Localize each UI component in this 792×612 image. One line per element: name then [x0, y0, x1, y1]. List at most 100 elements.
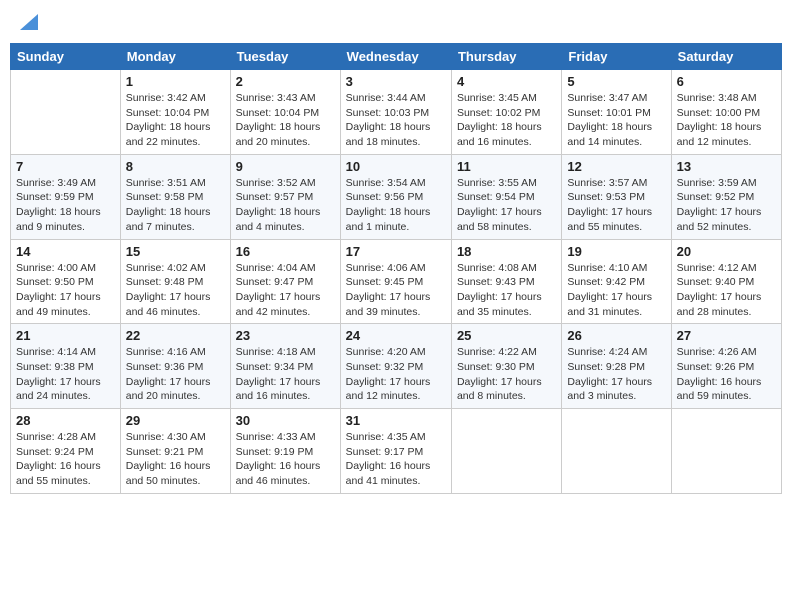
day-number: 19	[567, 244, 665, 259]
calendar-cell: 2 Sunrise: 3:43 AM Sunset: 10:04 PM Dayli…	[230, 70, 340, 155]
calendar-cell: 22 Sunrise: 4:16 AM Sunset: 9:36 PM Dayli…	[120, 324, 230, 409]
calendar-header-row: SundayMondayTuesdayWednesdayThursdayFrid…	[11, 44, 782, 70]
page-header	[10, 10, 782, 37]
calendar-cell: 14 Sunrise: 4:00 AM Sunset: 9:50 PM Dayli…	[11, 239, 121, 324]
logo	[18, 14, 38, 33]
calendar-cell: 15 Sunrise: 4:02 AM Sunset: 9:48 PM Dayli…	[120, 239, 230, 324]
day-number: 31	[346, 413, 446, 428]
day-info: Sunrise: 3:43 AM Sunset: 10:04 PM Daylig…	[236, 91, 335, 150]
day-number: 10	[346, 159, 446, 174]
calendar-cell: 9 Sunrise: 3:52 AM Sunset: 9:57 PM Daylig…	[230, 154, 340, 239]
calendar-cell: 21 Sunrise: 4:14 AM Sunset: 9:38 PM Dayli…	[11, 324, 121, 409]
day-number: 3	[346, 74, 446, 89]
day-number: 7	[16, 159, 115, 174]
day-info: Sunrise: 3:55 AM Sunset: 9:54 PM Dayligh…	[457, 176, 556, 235]
calendar-cell: 11 Sunrise: 3:55 AM Sunset: 9:54 PM Dayli…	[451, 154, 561, 239]
day-info: Sunrise: 3:48 AM Sunset: 10:00 PM Daylig…	[677, 91, 776, 150]
calendar-week-row: 1Sunrise: 3:42 AM Sunset: 10:04 PM Dayli…	[11, 70, 782, 155]
day-info: Sunrise: 4:16 AM Sunset: 9:36 PM Dayligh…	[126, 345, 225, 404]
logo-arrow-icon	[20, 14, 38, 30]
calendar-table: SundayMondayTuesdayWednesdayThursdayFrid…	[10, 43, 782, 494]
day-number: 8	[126, 159, 225, 174]
day-info: Sunrise: 4:02 AM Sunset: 9:48 PM Dayligh…	[126, 261, 225, 320]
calendar-week-row: 21 Sunrise: 4:14 AM Sunset: 9:38 PM Dayli…	[11, 324, 782, 409]
day-number: 25	[457, 328, 556, 343]
calendar-cell: 7 Sunrise: 3:49 AM Sunset: 9:59 PM Daylig…	[11, 154, 121, 239]
day-number: 24	[346, 328, 446, 343]
calendar-cell: 30 Sunrise: 4:33 AM Sunset: 9:19 PM Dayli…	[230, 409, 340, 494]
day-number: 9	[236, 159, 335, 174]
day-info: Sunrise: 3:47 AM Sunset: 10:01 PM Daylig…	[567, 91, 665, 150]
calendar-cell: 1Sunrise: 3:42 AM Sunset: 10:04 PM Dayli…	[120, 70, 230, 155]
day-number: 6	[677, 74, 776, 89]
calendar-week-row: 28 Sunrise: 4:28 AM Sunset: 9:24 PM Dayli…	[11, 409, 782, 494]
calendar-cell: 26 Sunrise: 4:24 AM Sunset: 9:28 PM Dayli…	[562, 324, 671, 409]
calendar-cell: 4 Sunrise: 3:45 AM Sunset: 10:02 PM Dayli…	[451, 70, 561, 155]
day-info: Sunrise: 4:06 AM Sunset: 9:45 PM Dayligh…	[346, 261, 446, 320]
day-number: 27	[677, 328, 776, 343]
day-info: Sunrise: 4:10 AM Sunset: 9:42 PM Dayligh…	[567, 261, 665, 320]
weekday-header-saturday: Saturday	[671, 44, 781, 70]
calendar-cell	[671, 409, 781, 494]
calendar-cell	[451, 409, 561, 494]
day-info: Sunrise: 3:45 AM Sunset: 10:02 PM Daylig…	[457, 91, 556, 150]
calendar-cell: 12 Sunrise: 3:57 AM Sunset: 9:53 PM Dayli…	[562, 154, 671, 239]
calendar-week-row: 14 Sunrise: 4:00 AM Sunset: 9:50 PM Dayli…	[11, 239, 782, 324]
day-number: 12	[567, 159, 665, 174]
day-info: Sunrise: 4:28 AM Sunset: 9:24 PM Dayligh…	[16, 430, 115, 489]
day-number: 13	[677, 159, 776, 174]
calendar-cell: 8Sunrise: 3:51 AM Sunset: 9:58 PM Daylig…	[120, 154, 230, 239]
day-info: Sunrise: 4:35 AM Sunset: 9:17 PM Dayligh…	[346, 430, 446, 489]
day-number: 14	[16, 244, 115, 259]
day-number: 1	[126, 74, 225, 89]
day-info: Sunrise: 4:22 AM Sunset: 9:30 PM Dayligh…	[457, 345, 556, 404]
day-number: 11	[457, 159, 556, 174]
day-info: Sunrise: 3:57 AM Sunset: 9:53 PM Dayligh…	[567, 176, 665, 235]
day-number: 21	[16, 328, 115, 343]
day-info: Sunrise: 3:49 AM Sunset: 9:59 PM Dayligh…	[16, 176, 115, 235]
day-info: Sunrise: 4:24 AM Sunset: 9:28 PM Dayligh…	[567, 345, 665, 404]
day-info: Sunrise: 4:04 AM Sunset: 9:47 PM Dayligh…	[236, 261, 335, 320]
calendar-cell: 27 Sunrise: 4:26 AM Sunset: 9:26 PM Dayli…	[671, 324, 781, 409]
weekday-header-friday: Friday	[562, 44, 671, 70]
day-number: 26	[567, 328, 665, 343]
day-number: 18	[457, 244, 556, 259]
weekday-header-monday: Monday	[120, 44, 230, 70]
day-info: Sunrise: 3:52 AM Sunset: 9:57 PM Dayligh…	[236, 176, 335, 235]
day-info: Sunrise: 3:44 AM Sunset: 10:03 PM Daylig…	[346, 91, 446, 150]
day-number: 28	[16, 413, 115, 428]
calendar-cell: 5 Sunrise: 3:47 AM Sunset: 10:01 PM Dayli…	[562, 70, 671, 155]
calendar-cell: 19 Sunrise: 4:10 AM Sunset: 9:42 PM Dayli…	[562, 239, 671, 324]
day-info: Sunrise: 4:26 AM Sunset: 9:26 PM Dayligh…	[677, 345, 776, 404]
day-number: 30	[236, 413, 335, 428]
calendar-cell: 6 Sunrise: 3:48 AM Sunset: 10:00 PM Dayli…	[671, 70, 781, 155]
calendar-cell: 18 Sunrise: 4:08 AM Sunset: 9:43 PM Dayli…	[451, 239, 561, 324]
day-info: Sunrise: 4:20 AM Sunset: 9:32 PM Dayligh…	[346, 345, 446, 404]
day-number: 2	[236, 74, 335, 89]
day-info: Sunrise: 3:59 AM Sunset: 9:52 PM Dayligh…	[677, 176, 776, 235]
day-info: Sunrise: 4:33 AM Sunset: 9:19 PM Dayligh…	[236, 430, 335, 489]
weekday-header-tuesday: Tuesday	[230, 44, 340, 70]
day-number: 16	[236, 244, 335, 259]
day-number: 15	[126, 244, 225, 259]
calendar-cell: 16 Sunrise: 4:04 AM Sunset: 9:47 PM Dayli…	[230, 239, 340, 324]
day-info: Sunrise: 4:18 AM Sunset: 9:34 PM Dayligh…	[236, 345, 335, 404]
calendar-cell: 24 Sunrise: 4:20 AM Sunset: 9:32 PM Dayli…	[340, 324, 451, 409]
calendar-cell	[562, 409, 671, 494]
day-number: 23	[236, 328, 335, 343]
day-info: Sunrise: 4:08 AM Sunset: 9:43 PM Dayligh…	[457, 261, 556, 320]
day-info: Sunrise: 3:54 AM Sunset: 9:56 PM Dayligh…	[346, 176, 446, 235]
day-number: 22	[126, 328, 225, 343]
calendar-cell: 31 Sunrise: 4:35 AM Sunset: 9:17 PM Dayli…	[340, 409, 451, 494]
day-number: 4	[457, 74, 556, 89]
day-info: Sunrise: 4:30 AM Sunset: 9:21 PM Dayligh…	[126, 430, 225, 489]
day-number: 20	[677, 244, 776, 259]
day-number: 5	[567, 74, 665, 89]
day-number: 29	[126, 413, 225, 428]
day-info: Sunrise: 4:00 AM Sunset: 9:50 PM Dayligh…	[16, 261, 115, 320]
day-info: Sunrise: 4:14 AM Sunset: 9:38 PM Dayligh…	[16, 345, 115, 404]
calendar-cell: 29 Sunrise: 4:30 AM Sunset: 9:21 PM Dayli…	[120, 409, 230, 494]
weekday-header-thursday: Thursday	[451, 44, 561, 70]
calendar-cell: 10 Sunrise: 3:54 AM Sunset: 9:56 PM Dayli…	[340, 154, 451, 239]
calendar-cell: 17Sunrise: 4:06 AM Sunset: 9:45 PM Dayli…	[340, 239, 451, 324]
